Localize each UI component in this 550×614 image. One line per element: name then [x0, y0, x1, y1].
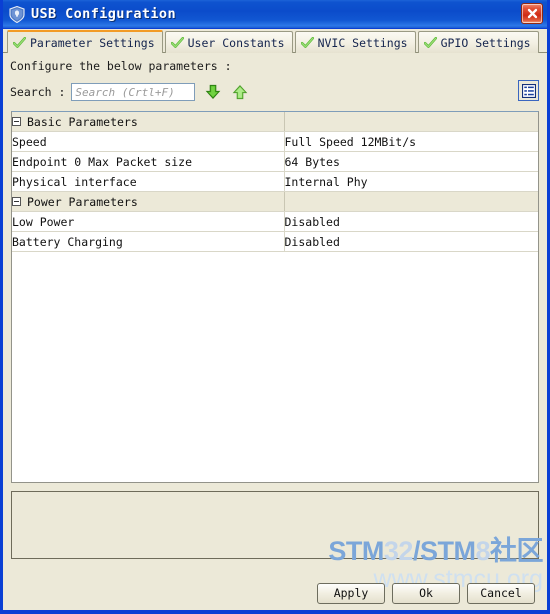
tab-label: GPIO Settings [440, 35, 531, 50]
tab-gpio-settings[interactable]: GPIO Settings [417, 31, 539, 53]
group-label: Power Parameters [27, 194, 138, 209]
green-check-icon [423, 36, 437, 48]
close-icon [527, 8, 537, 19]
list-view-icon [521, 83, 536, 98]
tab-label: User Constants [187, 35, 285, 50]
table-row[interactable]: Physical interface Internal Phy [12, 171, 538, 192]
group-name-cell: Power Parameters [12, 191, 285, 212]
ok-button[interactable]: Ok [392, 582, 460, 604]
parameter-value[interactable]: Disabled [284, 231, 538, 252]
collapse-toggle-icon[interactable] [12, 197, 21, 206]
green-down-arrow-icon[interactable] [204, 83, 222, 101]
parameter-value[interactable]: Disabled [284, 211, 538, 232]
instruction-text: Configure the below parameters : [10, 59, 232, 73]
green-check-icon [13, 36, 26, 48]
table-row[interactable]: Battery Charging Disabled [12, 231, 538, 252]
window-title: USB Configuration [31, 6, 176, 22]
group-value-cell [284, 191, 538, 212]
group-name-cell: Basic Parameters [12, 112, 285, 132]
parameter-name: Physical interface [12, 171, 285, 192]
collapse-toggle-icon[interactable] [12, 117, 21, 126]
tab-nvic-settings[interactable]: NVIC Settings [294, 31, 416, 53]
green-check-icon [300, 36, 314, 48]
green-up-arrow-icon[interactable] [231, 83, 249, 101]
shield-icon [9, 5, 25, 23]
parameter-value[interactable]: Full Speed 12MBit/s [284, 131, 538, 152]
parameters-table-container: Basic Parameters Speed Full Speed 12MBit… [11, 111, 539, 483]
table-row[interactable]: Speed Full Speed 12MBit/s [12, 131, 538, 152]
parameter-name: Endpoint 0 Max Packet size [12, 151, 285, 172]
title-bar-left: USB Configuration [9, 5, 176, 23]
green-check-icon [170, 36, 184, 48]
group-label: Basic Parameters [27, 114, 138, 129]
parameter-name: Low Power [12, 211, 285, 232]
parameter-name: Speed [12, 131, 285, 152]
search-input[interactable] [71, 83, 196, 101]
tab-label: NVIC Settings [317, 35, 408, 50]
tab-strip: Parameter Settings User Constants NVIC S… [3, 29, 547, 54]
parameter-value[interactable]: 64 Bytes [284, 151, 538, 172]
tab-parameter-settings[interactable]: Parameter Settings [7, 30, 163, 54]
table-row[interactable]: Low Power Disabled [12, 211, 538, 232]
table-group-row[interactable]: Power Parameters [12, 191, 538, 212]
tab-user-constants[interactable]: User Constants [164, 31, 293, 53]
parameters-table: Basic Parameters Speed Full Speed 12MBit… [12, 112, 538, 252]
table-row[interactable]: Endpoint 0 Max Packet size 64 Bytes [12, 151, 538, 172]
cancel-button[interactable]: Cancel [467, 582, 535, 604]
dialog-button-row: Apply Ok Cancel [3, 580, 547, 606]
parameter-value[interactable]: Internal Phy [284, 171, 538, 192]
group-value-cell [284, 112, 538, 132]
description-panel [11, 491, 539, 559]
list-view-toggle-button[interactable] [518, 80, 539, 101]
title-bar: USB Configuration [3, 0, 547, 29]
tab-label: Parameter Settings [30, 35, 155, 50]
usb-configuration-window: USB Configuration Parameter Settings Use… [0, 0, 550, 614]
table-group-row[interactable]: Basic Parameters [12, 112, 538, 132]
close-button[interactable] [521, 3, 543, 24]
search-label: Search : [10, 85, 66, 99]
main-pane: Configure the below parameters : Search … [3, 53, 547, 559]
search-row: Search : [3, 77, 547, 107]
apply-button[interactable]: Apply [317, 582, 385, 604]
parameter-name: Battery Charging [12, 231, 285, 252]
